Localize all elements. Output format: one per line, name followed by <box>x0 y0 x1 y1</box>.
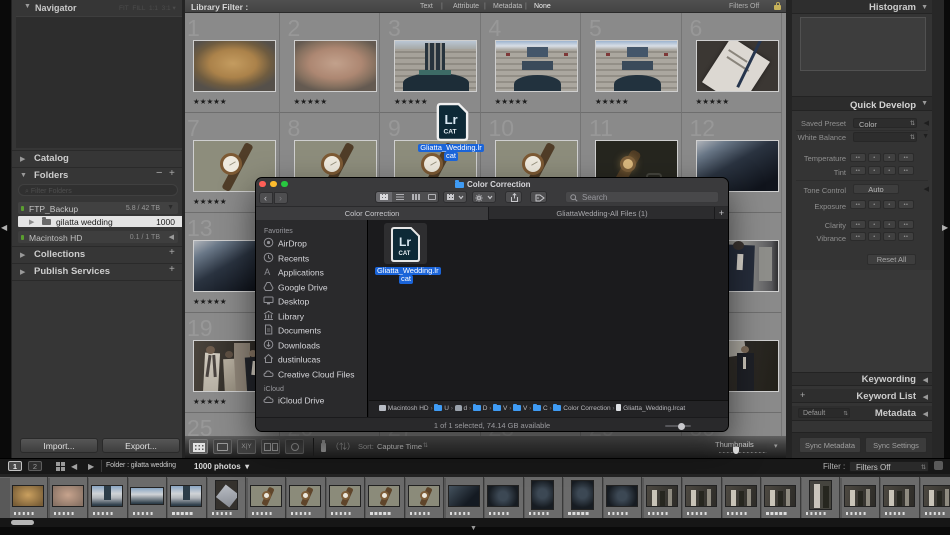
svg-text:Lr: Lr <box>444 112 457 127</box>
svg-text:CAT: CAT <box>399 251 411 257</box>
svg-text:A: A <box>264 267 270 277</box>
svg-text:Lr: Lr <box>399 235 411 249</box>
svg-text:CAT: CAT <box>444 128 457 135</box>
